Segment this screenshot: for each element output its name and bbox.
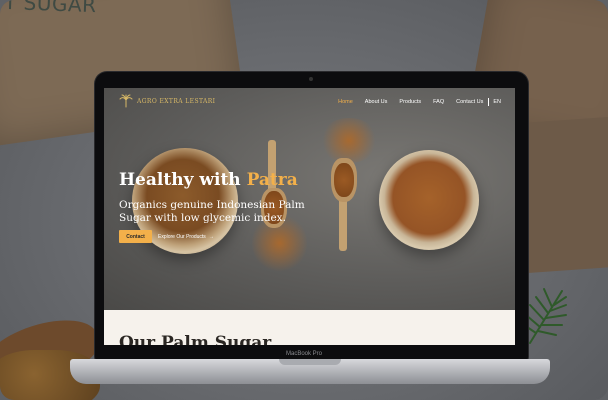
hero-subtitle: Organics genuine Indonesian Palm Sugar w… — [119, 199, 305, 224]
nav-about-us[interactable]: About Us — [365, 99, 388, 105]
language-switcher[interactable]: EN — [493, 99, 501, 105]
hero-title-prefix: Healthy with — [119, 170, 241, 190]
spoon-sugar-2 — [334, 163, 354, 197]
brand-logo[interactable]: AGRO EXTRA LESTARI — [119, 94, 215, 108]
palm-leaf-icon — [523, 288, 567, 344]
sugar-crumbs-top — [319, 118, 379, 163]
arrow-right-icon: → — [208, 233, 214, 240]
nav-contact-us[interactable]: Contact Us — [456, 99, 483, 105]
sugar-bowl-right — [379, 150, 479, 250]
laptop-screen: AGRO EXTRA LESTARI Home About Us Product… — [104, 88, 515, 345]
device-model-label: MacBook Pro — [285, 351, 322, 357]
laptop-notch — [279, 359, 341, 365]
spoon-handle-2 — [339, 196, 347, 251]
hero-title-accent: Patra — [246, 170, 298, 190]
camera-icon — [309, 77, 313, 81]
box-label: NUT SUGAR — [0, 0, 97, 18]
explore-products-label: Explore Our Products — [158, 233, 206, 240]
nav-divider — [488, 98, 490, 106]
site-header: AGRO EXTRA LESTARI Home About Us Product… — [104, 88, 515, 116]
palm-tree-logo-icon — [119, 94, 133, 108]
section-title: Our Palm Sugar — [119, 333, 272, 345]
laptop-base — [70, 359, 550, 384]
explore-products-link[interactable]: Explore Our Products → — [158, 230, 214, 243]
main-menu: Home About Us Products FAQ Contact Us EN — [326, 98, 501, 106]
nav-home[interactable]: Home — [338, 99, 353, 105]
nav-faq[interactable]: FAQ — [433, 99, 444, 105]
hero-section: AGRO EXTRA LESTARI Home About Us Product… — [104, 88, 515, 310]
contact-button[interactable]: Contact — [119, 230, 152, 243]
brand-name: AGRO EXTRA LESTARI — [137, 97, 216, 105]
hero-title: Healthy with Patra — [119, 170, 298, 190]
nav-products[interactable]: Products — [399, 99, 421, 105]
